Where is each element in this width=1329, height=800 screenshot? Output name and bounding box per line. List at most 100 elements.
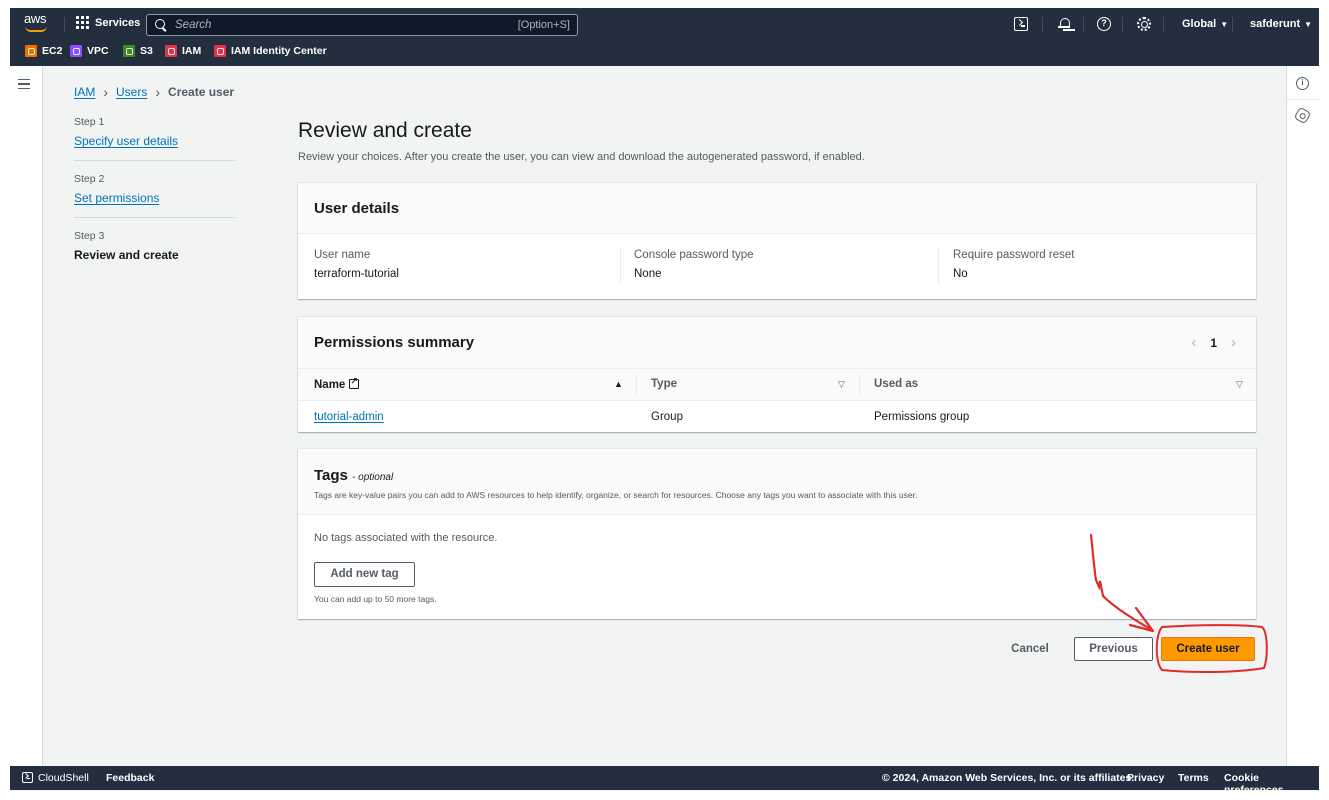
page-number[interactable]: 1 (1210, 336, 1217, 350)
step-link-set-permissions[interactable]: Set permissions (74, 191, 235, 205)
sort-icon[interactable]: ▽ (838, 379, 845, 390)
wizard-step-2: Step 2 Set permissions (74, 160, 235, 217)
search-shortcut: [Option+S] (517, 19, 570, 31)
pagination: ‹ 1 › (1191, 334, 1236, 351)
sort-icon[interactable]: ▽ (1236, 379, 1243, 390)
cloudshell-label: CloudShell (38, 772, 89, 784)
step-current-label: Review and create (74, 248, 179, 262)
account-label: safderunt (1250, 18, 1301, 30)
favorite-ec2[interactable]: EC2 (25, 45, 62, 57)
card-title: Permissions summary (314, 334, 475, 351)
favorites-bar: EC2 VPC S3 IAM IAM Identity Center (10, 44, 1319, 62)
next-page-icon[interactable]: › (1231, 334, 1236, 351)
wizard-step-1: Step 1 Specify user details (74, 116, 235, 160)
services-label: Services (95, 16, 141, 29)
cookie-preferences-link[interactable]: Cookie preferences (1224, 772, 1319, 796)
divider (1232, 17, 1233, 32)
caret-down-icon: ▼ (1220, 20, 1229, 29)
favorite-label: VPC (87, 45, 109, 57)
row-used-as: Permissions group (874, 411, 970, 423)
table-header: Name ▲ Type ▽ Used as ▽ (298, 368, 1256, 401)
ec2-icon (25, 45, 37, 57)
search-icon (154, 18, 168, 32)
card-header: Tags - optional Tags are key-value pairs… (298, 449, 1256, 515)
wizard-step-3: Step 3 Review and create (74, 217, 235, 274)
field-value: terraform-tutorial (314, 268, 399, 280)
field-user-name: User name terraform-tutorial (314, 249, 399, 280)
region-selector[interactable]: Global ▼ (1182, 18, 1228, 30)
row-name-link[interactable]: tutorial-admin (314, 411, 384, 423)
favorite-iam-identity-center[interactable]: IAM Identity Center (214, 45, 327, 57)
footer: CloudShell Feedback © 2024, Amazon Web S… (10, 766, 1319, 796)
console-frame: aws Services Search [Option+S] ? Global ▼ (10, 8, 1320, 796)
card-title: Tags - optional (314, 467, 1240, 484)
region-label: Global (1182, 18, 1217, 30)
privacy-link[interactable]: Privacy (1127, 772, 1164, 784)
aws-logo[interactable]: aws (24, 12, 50, 36)
card-title: User details (314, 200, 400, 217)
menu-icon[interactable] (18, 79, 30, 89)
services-menu-button[interactable]: Services (76, 16, 140, 29)
tags-title: Tags (314, 467, 348, 484)
permissions-summary-card: Permissions summary ‹ 1 › Name ▲ Type ▽ … (298, 317, 1256, 432)
table-row: tutorial-admin Group Permissions group (298, 402, 1256, 432)
favorite-iam[interactable]: IAM (165, 45, 201, 57)
left-rail (10, 66, 43, 766)
info-icon[interactable]: i (1296, 77, 1309, 90)
divider (938, 247, 939, 284)
favorite-label: S3 (140, 45, 153, 57)
field-console-password-type: Console password type None (634, 249, 754, 280)
tools-icon[interactable] (1293, 106, 1312, 125)
external-link-icon (349, 376, 360, 389)
help-icon[interactable]: ? (1097, 17, 1111, 31)
add-new-tag-button[interactable]: Add new tag (314, 562, 415, 587)
column-divider (636, 375, 637, 395)
chevron-right-icon: › (155, 84, 161, 100)
optional-label: - optional (352, 472, 394, 483)
cloudshell-button[interactable]: CloudShell (22, 772, 89, 784)
favorite-s3[interactable]: S3 (123, 45, 153, 57)
create-user-button[interactable]: Create user (1161, 637, 1255, 661)
column-header-type[interactable]: Type (651, 378, 677, 390)
s3-icon (123, 45, 135, 57)
step-link-specify-user-details[interactable]: Specify user details (74, 134, 235, 148)
breadcrumb: IAM › Users › Create user (74, 85, 234, 99)
feedback-link[interactable]: Feedback (106, 772, 154, 784)
card-header: Permissions summary ‹ 1 › (298, 317, 1256, 368)
cancel-button[interactable]: Cancel (1000, 637, 1060, 661)
user-details-card: User details User name terraform-tutoria… (298, 183, 1256, 299)
previous-button[interactable]: Previous (1074, 637, 1153, 661)
column-header-name[interactable]: Name (314, 376, 360, 391)
search-input[interactable]: Search [Option+S] (146, 14, 578, 36)
step-number: Step 1 (74, 116, 105, 128)
previous-page-icon[interactable]: ‹ (1191, 334, 1196, 351)
iam-icon (165, 45, 177, 57)
account-menu[interactable]: safderunt ▼ (1250, 18, 1312, 30)
gear-icon[interactable] (1137, 17, 1151, 31)
bell-icon[interactable] (1057, 17, 1071, 31)
cloudshell-icon[interactable] (1014, 17, 1028, 31)
column-divider (859, 375, 860, 395)
field-label: Console password type (634, 249, 754, 261)
favorite-vpc[interactable]: VPC (70, 45, 109, 57)
field-value: None (634, 268, 662, 280)
aws-smile-icon (25, 26, 47, 32)
breadcrumb-iam[interactable]: IAM (74, 85, 95, 99)
terms-link[interactable]: Terms (1178, 772, 1209, 784)
divider (1287, 99, 1320, 100)
divider (64, 17, 65, 32)
favorite-label: IAM Identity Center (231, 45, 327, 57)
sort-ascending-icon[interactable]: ▲ (614, 379, 623, 389)
right-rail: i (1286, 66, 1320, 766)
page-title: Review and create (298, 119, 472, 142)
breadcrumb-users[interactable]: Users (116, 85, 147, 99)
column-header-used-as[interactable]: Used as (874, 378, 918, 390)
breadcrumb-current: Create user (168, 85, 235, 99)
field-value: No (953, 268, 968, 280)
favorite-label: EC2 (42, 45, 63, 57)
vpc-icon (70, 45, 82, 57)
iam-identity-center-icon (214, 45, 226, 57)
empty-state-text: No tags associated with the resource. (314, 532, 498, 544)
card-header: User details (298, 183, 1256, 234)
copyright-text: © 2024, Amazon Web Services, Inc. or its… (882, 772, 1135, 784)
